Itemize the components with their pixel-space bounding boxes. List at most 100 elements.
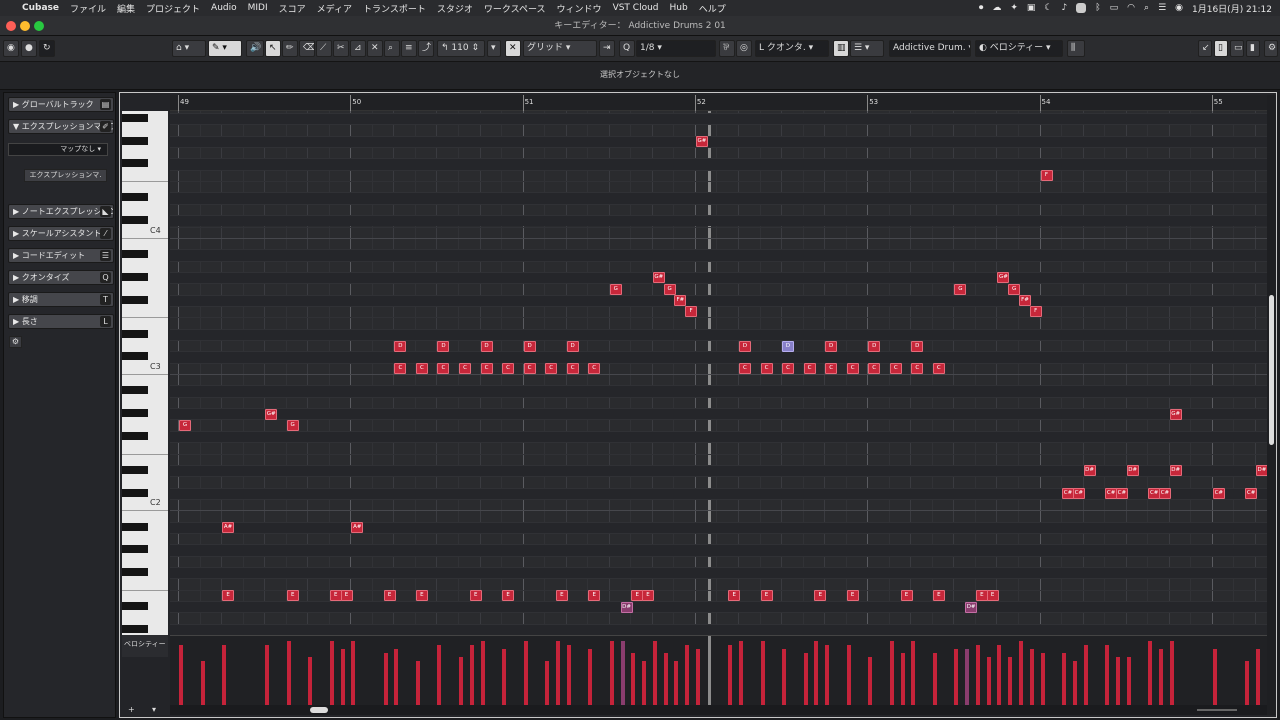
velocity-bar[interactable] xyxy=(631,653,636,705)
midi-note[interactable]: A# xyxy=(222,522,235,534)
input-source-icon[interactable] xyxy=(1076,3,1087,13)
inspector-transpose[interactable]: ▶ 移調 T xyxy=(8,292,114,307)
velocity-bar[interactable] xyxy=(588,649,593,705)
select-tool-icon[interactable]: ↖ xyxy=(265,40,281,57)
velocity-bar[interactable] xyxy=(222,645,227,705)
midi-note[interactable]: D# xyxy=(1126,465,1139,477)
velocity-bar[interactable] xyxy=(738,653,743,705)
midi-note[interactable]: C xyxy=(566,363,579,375)
inspector-length[interactable]: ▶ 長さ L xyxy=(8,314,114,329)
black-key[interactable] xyxy=(122,465,148,474)
record-mode-icon[interactable]: ● xyxy=(21,40,37,57)
control-center-icon[interactable]: ☰ xyxy=(1158,3,1166,13)
piano-keyboard[interactable]: C4C3C2C1 xyxy=(122,111,168,635)
midi-note[interactable]: G xyxy=(286,419,299,431)
midi-note[interactable]: E xyxy=(900,590,913,602)
midi-note[interactable]: G xyxy=(179,419,191,431)
midi-note[interactable]: E xyxy=(340,590,353,602)
black-key[interactable] xyxy=(122,272,148,281)
black-key[interactable] xyxy=(122,159,148,168)
extension-icon[interactable]: ✦ xyxy=(1010,3,1018,13)
velocity-lane[interactable] xyxy=(170,635,1267,705)
menu-vstcloud[interactable]: VST Cloud xyxy=(613,3,659,13)
midi-note[interactable]: D# xyxy=(1255,465,1267,477)
snap-icon[interactable]: ✕ xyxy=(505,40,521,57)
velocity-bar[interactable] xyxy=(265,645,270,705)
midi-note[interactable]: D# xyxy=(965,601,978,613)
velocity-bar[interactable] xyxy=(609,641,614,705)
siri-icon[interactable]: ◉ xyxy=(1175,3,1183,13)
menu-project[interactable]: プロジェクト xyxy=(146,2,200,15)
velocity-bar[interactable] xyxy=(695,649,700,705)
search-icon[interactable]: ⌕ xyxy=(1144,3,1149,13)
velocity-bar[interactable] xyxy=(825,645,830,705)
midi-note[interactable]: C# xyxy=(1115,488,1128,500)
black-key[interactable] xyxy=(122,295,148,304)
speaker-icon[interactable]: 🔊 xyxy=(246,40,264,57)
tempo-dropdown-icon[interactable]: ▾ xyxy=(487,40,501,57)
inspector-scale-assistant[interactable]: ▶ スケールアシスタント ⁄ xyxy=(8,226,114,241)
black-key[interactable] xyxy=(122,386,148,395)
expression-map-setup-button[interactable]: エクスプレッションマ. xyxy=(24,169,107,182)
velocity-bar[interactable] xyxy=(340,649,345,705)
velocity-bar[interactable] xyxy=(200,661,205,705)
midi-note[interactable]: G# xyxy=(997,272,1010,284)
menu-midi[interactable]: MIDI xyxy=(248,3,268,13)
mute-tool-icon[interactable]: ✕ xyxy=(367,40,383,57)
midi-note[interactable]: D xyxy=(394,340,407,352)
vertical-scrollbar[interactable] xyxy=(1267,95,1276,715)
black-key[interactable] xyxy=(122,568,148,576)
midi-note[interactable]: F xyxy=(1040,170,1053,182)
length-quantize-select[interactable]: L クオンタ. ▾ xyxy=(755,40,829,57)
velocity-bar[interactable] xyxy=(997,653,1002,705)
black-key[interactable] xyxy=(122,114,148,122)
black-key[interactable] xyxy=(122,329,148,338)
midi-note[interactable]: F xyxy=(1029,306,1042,318)
tempo-field[interactable]: ↰ 110 ⇕ xyxy=(437,40,485,57)
autoscroll-icon[interactable]: ↻ xyxy=(39,40,55,57)
home-icon[interactable]: ⌂ ▾ xyxy=(172,40,206,57)
velocity-bar[interactable] xyxy=(911,641,916,705)
midi-note[interactable]: G# xyxy=(265,408,278,420)
close-window-button[interactable] xyxy=(6,21,16,31)
wifi-icon[interactable]: ◠ xyxy=(1127,3,1135,13)
velocity-bar[interactable] xyxy=(555,641,560,705)
inspector-chord-editing[interactable]: ▶ コードエディット ☰ xyxy=(8,248,114,263)
midi-note[interactable]: C xyxy=(588,363,601,375)
midi-note[interactable]: C xyxy=(415,363,428,375)
split-tool-icon[interactable]: ✂ xyxy=(333,40,349,57)
velocity-bar[interactable] xyxy=(814,641,819,705)
midi-note[interactable]: C xyxy=(846,363,859,375)
menu-window[interactable]: ウィンドウ xyxy=(557,2,602,15)
velocity-bar[interactable] xyxy=(663,653,668,705)
black-key[interactable] xyxy=(122,250,148,259)
midi-note[interactable]: D xyxy=(911,340,924,352)
bluetooth-icon[interactable]: ᛒ xyxy=(1095,3,1100,13)
midi-note[interactable]: E xyxy=(502,590,515,602)
midi-note[interactable]: C xyxy=(480,363,493,375)
midi-note[interactable]: E xyxy=(588,590,601,602)
zoom-window-button[interactable] xyxy=(34,21,44,31)
note-grid[interactable]: G G# G A# A# D D D D D C C C C C C C C C C G G# G F# F G# D D D D D C C C… xyxy=(170,111,1267,635)
midi-note[interactable]: D xyxy=(523,340,536,352)
horizontal-scroll-thumb[interactable] xyxy=(310,707,328,713)
velocity-bar[interactable] xyxy=(652,641,657,705)
midi-note[interactable]: D xyxy=(868,340,881,352)
black-key[interactable] xyxy=(122,352,148,361)
velocity-bar[interactable] xyxy=(469,645,474,705)
midi-note[interactable]: D xyxy=(825,340,838,352)
velocity-bar[interactable] xyxy=(1212,649,1217,705)
velocity-bar[interactable] xyxy=(1029,649,1034,705)
midi-note[interactable]: D xyxy=(480,340,493,352)
midi-note[interactable]: C xyxy=(889,363,902,375)
velocity-bar[interactable] xyxy=(620,641,625,705)
velocity-bar[interactable] xyxy=(1148,641,1153,705)
midi-note[interactable]: D xyxy=(437,340,450,352)
snap-to-zero-icon[interactable]: ⇥ xyxy=(599,40,615,57)
velocity-bar[interactable] xyxy=(394,649,399,705)
velocity-bar[interactable] xyxy=(1062,653,1067,705)
velocity-bar[interactable] xyxy=(932,661,937,705)
record-status-icon[interactable]: ⏺ xyxy=(979,3,984,13)
black-key[interactable] xyxy=(122,136,148,145)
midi-note[interactable]: E xyxy=(760,590,773,602)
